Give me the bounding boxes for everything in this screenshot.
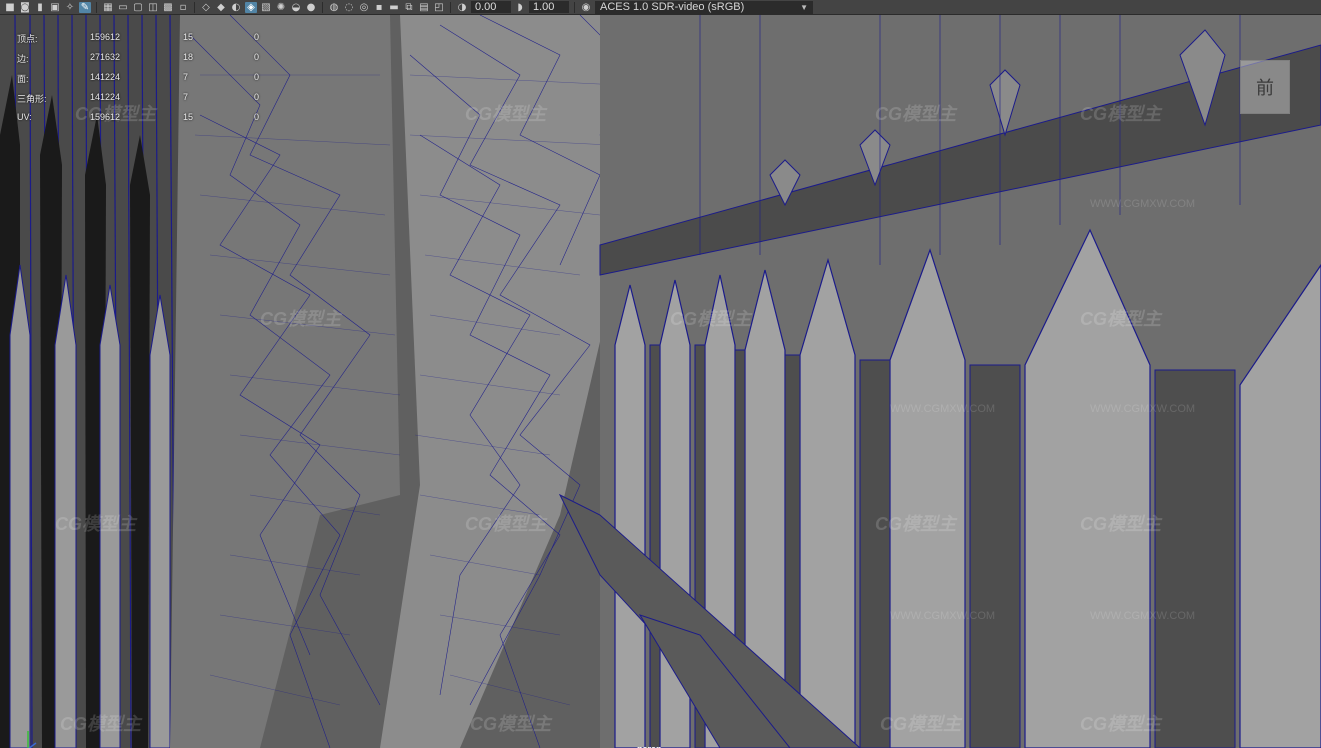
hud-value: 15 bbox=[183, 32, 194, 42]
chevron-down-icon: ▼ bbox=[800, 2, 808, 12]
camera-icon[interactable]: ■ bbox=[4, 2, 16, 13]
resolution-gate-icon[interactable]: ▢ bbox=[132, 2, 144, 13]
maya-viewport-window: ■ ◙ ▮ ▣ ✧ ✎ ▦ ▭ ▢ ◫ ▩ ▫ ◇ ◆ ◐ ◈ ▧ ✺ ◒ ● … bbox=[0, 0, 1321, 748]
wireframe-icon[interactable]: ◇ bbox=[200, 2, 212, 13]
perspective-viewport[interactable]: CG模型主 CG模型主 CG模型主 CG模型主 CG模型主 CG模型主 CG模型… bbox=[0, 15, 1321, 748]
hud-label: 面: bbox=[17, 74, 29, 84]
hud-value: 0 bbox=[254, 72, 260, 82]
toolbar-separator bbox=[450, 1, 451, 13]
hud-value: 0 bbox=[254, 32, 260, 42]
hud-row-edges: 边: 271632 18 0 bbox=[17, 50, 267, 70]
image-plane-icon[interactable]: ▣ bbox=[49, 2, 61, 13]
textured-icon[interactable]: ▧ bbox=[260, 2, 272, 13]
hud-row-vertices: 顶点: 159612 15 0 bbox=[17, 30, 267, 50]
smooth-shade-icon[interactable]: ◆ bbox=[215, 2, 227, 13]
toolbar-separator bbox=[96, 1, 97, 13]
default-material-icon[interactable]: ◐ bbox=[230, 2, 242, 13]
hud-value: 7 bbox=[183, 72, 189, 82]
toolbar-separator bbox=[322, 1, 323, 13]
camera-name-label: persp bbox=[637, 744, 662, 748]
two-d-pan-icon[interactable]: ✧ bbox=[64, 2, 76, 13]
grid-icon[interactable]: ▦ bbox=[102, 2, 114, 13]
isolate-icon[interactable]: ▪ bbox=[373, 2, 385, 13]
view-cube[interactable]: 前 bbox=[1240, 60, 1290, 114]
hud-value: 0 bbox=[254, 92, 260, 102]
hud-label: 边: bbox=[17, 54, 29, 64]
depth-of-field-icon[interactable]: ◎ bbox=[358, 2, 370, 13]
lights-icon[interactable]: ✺ bbox=[275, 2, 287, 13]
anti-alias-icon[interactable]: ◌ bbox=[343, 2, 355, 13]
hud-row-triangles: 三角形: 141224 7 0 bbox=[17, 90, 267, 110]
backface-icon[interactable]: ◰ bbox=[433, 2, 445, 13]
gate-mask-icon[interactable]: ◫ bbox=[147, 2, 159, 13]
hud-value: 159612 bbox=[90, 112, 121, 122]
xray-joints-icon[interactable]: ⧉ bbox=[403, 2, 415, 13]
colorspace-label: ACES 1.0 SDR-video (sRGB) bbox=[600, 0, 745, 13]
gamma-field[interactable]: 1.00 bbox=[529, 1, 569, 13]
camera-attr-icon[interactable]: ◙ bbox=[19, 2, 31, 13]
bookmark-icon[interactable]: ▮ bbox=[34, 2, 46, 13]
ambient-occlusion-icon[interactable]: ● bbox=[305, 2, 317, 13]
motion-blur-icon[interactable]: ◍ bbox=[328, 2, 340, 13]
toolbar-separator bbox=[194, 1, 195, 13]
exposure-icon[interactable]: ◑ bbox=[456, 2, 468, 13]
grease-pencil-icon[interactable]: ✎ bbox=[79, 1, 91, 13]
field-chart-icon[interactable]: ▩ bbox=[162, 2, 174, 13]
viewport-toolbar: ■ ◙ ▮ ▣ ✧ ✎ ▦ ▭ ▢ ◫ ▩ ▫ ◇ ◆ ◐ ◈ ▧ ✺ ◒ ● … bbox=[0, 0, 1321, 15]
toolbar-separator bbox=[574, 1, 575, 13]
hud-value: 141224 bbox=[90, 72, 121, 82]
hud-value: 7 bbox=[183, 92, 189, 102]
poly-count-hud: 顶点: 159612 15 0 边: 271632 18 0 面: 141224… bbox=[17, 30, 267, 130]
gamma-icon[interactable]: ◗ bbox=[514, 2, 526, 13]
hud-value: 0 bbox=[254, 52, 260, 62]
hud-row-uvs: UV: 159612 15 0 bbox=[17, 110, 267, 130]
hud-row-faces: 面: 141224 7 0 bbox=[17, 70, 267, 90]
hud-label: 三角形: bbox=[17, 94, 47, 104]
hud-label: 顶点: bbox=[17, 34, 38, 44]
xray-components-icon[interactable]: ▤ bbox=[418, 2, 430, 13]
color-management-icon[interactable]: ◉ bbox=[580, 2, 592, 13]
hud-value: 159612 bbox=[90, 32, 121, 42]
wireframe-on-shaded-icon[interactable]: ◈ bbox=[245, 1, 257, 13]
exposure-field[interactable]: 0.00 bbox=[471, 1, 511, 13]
xray-icon[interactable]: ▬ bbox=[388, 2, 400, 13]
hud-value: 0 bbox=[254, 112, 260, 122]
hud-value: 271632 bbox=[90, 52, 121, 62]
hud-value: 141224 bbox=[90, 92, 121, 102]
film-gate-icon[interactable]: ▭ bbox=[117, 2, 129, 13]
shadows-icon[interactable]: ◒ bbox=[290, 2, 302, 13]
safe-action-icon[interactable]: ▫ bbox=[177, 2, 189, 13]
hud-value: 18 bbox=[183, 52, 194, 62]
hud-value: 15 bbox=[183, 112, 194, 122]
hud-label: UV: bbox=[17, 112, 32, 122]
axis-gizmo-icon bbox=[27, 731, 37, 748]
colorspace-dropdown[interactable]: ACES 1.0 SDR-video (sRGB) ▼ bbox=[595, 0, 813, 14]
